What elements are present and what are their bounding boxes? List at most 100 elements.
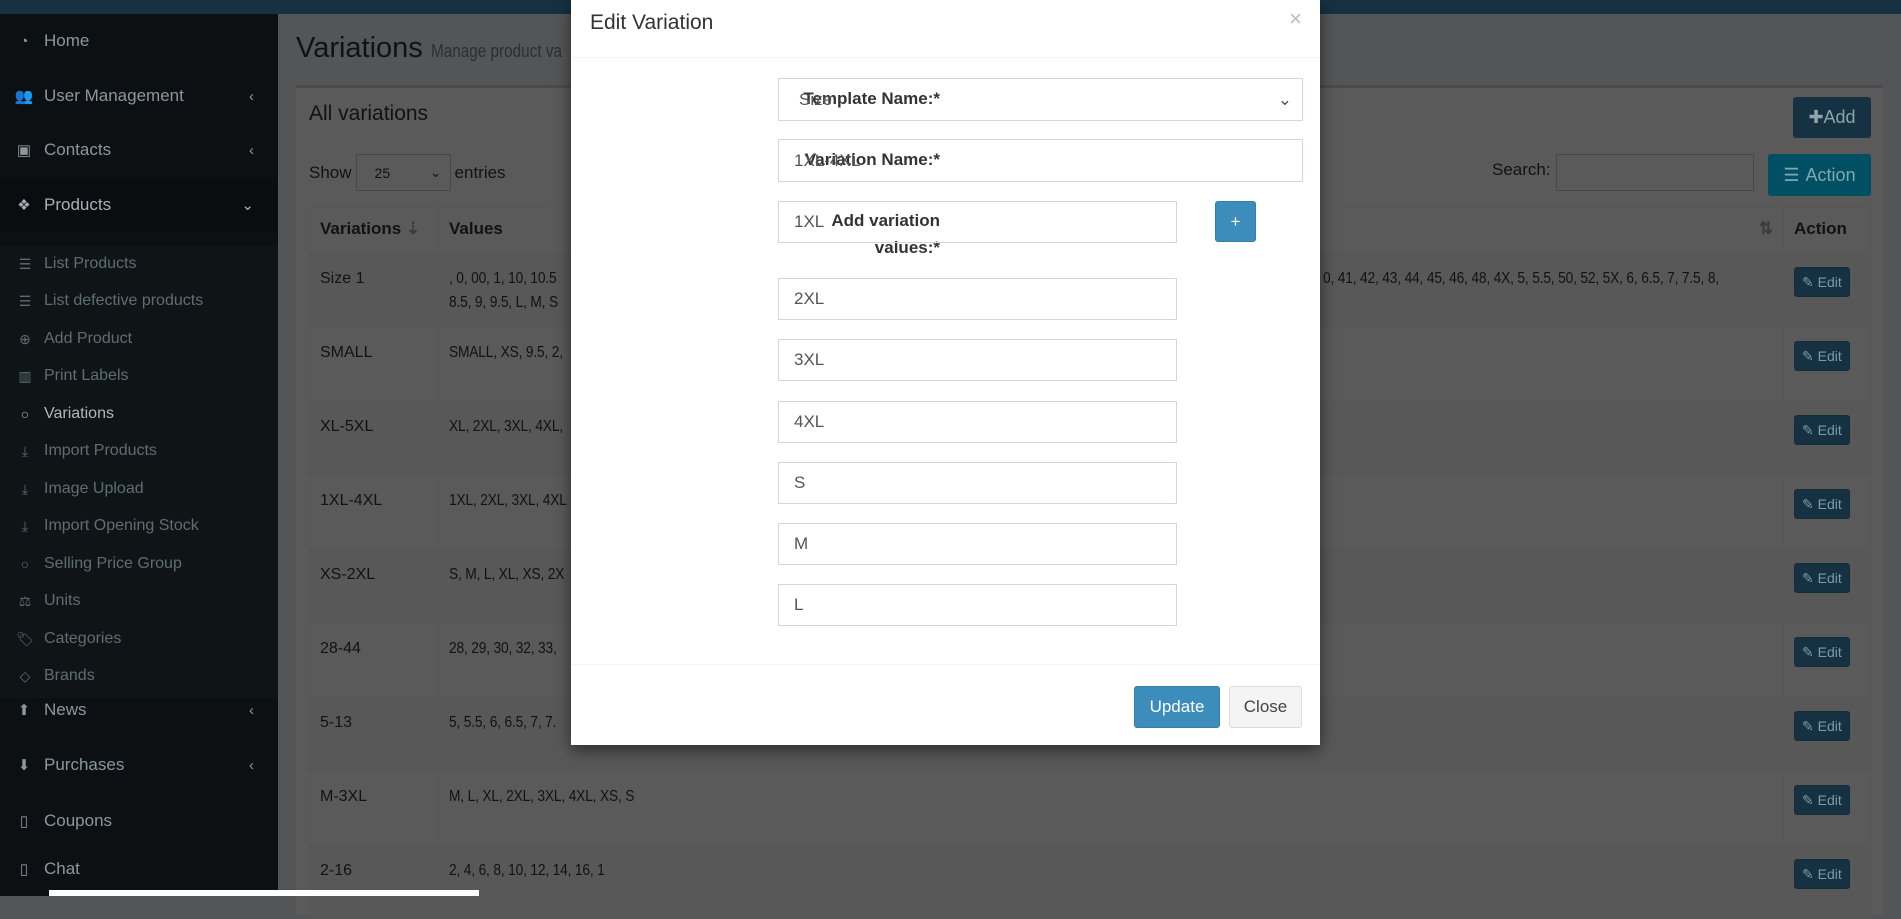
page-title: Variations Manage product va [296,32,585,65]
sidebar-item-label: Variations [44,405,114,422]
sidebar-item-coupons[interactable]: ▯ Coupons [0,794,278,848]
edit-button[interactable]: ✎ Edit [1794,785,1850,815]
edit-button[interactable]: ✎ Edit [1794,267,1850,297]
action-cell: ✎ Edit [1783,474,1871,549]
sidebar-item-label: Contacts [44,140,112,159]
values-text: XL, 2XL, 3XL, 4XL, [449,418,563,435]
download-icon: ⤓ [21,480,29,497]
edit-button[interactable]: ✎ Edit [1794,415,1850,445]
add-value-button[interactable]: + [1215,201,1256,242]
circle-icon: ○ [20,406,30,422]
sidebar-item-categories[interactable]: 🏷 Categories [0,621,121,657]
edit-icon: ✎ [1802,644,1814,660]
sidebar-item-print-labels[interactable]: ▥ Print Labels [0,358,129,394]
edit-button[interactable]: ✎ Edit [1794,563,1850,593]
template-name-select[interactable]: Size ⌄ [778,78,1303,121]
action-cell: ✎ Edit [1783,844,1871,919]
sidebar-item-list-products[interactable]: ☰ List Products [0,246,137,282]
variation-value-input[interactable]: S [778,462,1177,504]
barcode-icon: ▥ [18,367,32,384]
sidebar-item-contacts[interactable]: ▣ Contacts ‹ [0,123,278,177]
arrow-circle-up-icon: ⬆ [17,702,31,719]
edit-icon: ✎ [1802,422,1814,438]
edit-icon: ✎ [1802,496,1814,512]
variation-name-cell: 28-44 [309,622,439,697]
close-button[interactable]: Close [1229,686,1302,728]
modal-footer: Update Close [571,664,1320,745]
sidebar-item-add-product[interactable]: ⊕ Add Product [0,321,132,357]
sidebar-item-products[interactable]: ❖ Products ⌄ [0,178,278,232]
action-cell: ✎ Edit [1783,622,1871,697]
values-text: 28, 29, 30, 32, 33, [449,640,557,657]
edit-label: Edit [1817,644,1842,660]
variation-value-input[interactable]: 2XL [778,278,1177,320]
arrow-circle-down-icon: ⬇ [17,757,31,774]
sidebar-item-news[interactable]: ⬆ News ‹ [0,683,278,737]
sidebar-item-units[interactable]: ⚖ Units [0,583,81,619]
edit-button[interactable]: ✎ Edit [1794,711,1850,741]
chevron-left-icon: ‹ [249,87,254,105]
variation-name-cell: 5-13 [309,696,439,771]
sidebar-item-list-defective-products[interactable]: ☰ List defective products [0,283,203,319]
variation-value-input[interactable]: 4XL [778,401,1177,443]
edit-button[interactable]: ✎ Edit [1794,637,1850,667]
values-text: SMALL, XS, 9.5, 2, [449,344,563,361]
tablet-icon: ▯ [19,813,29,830]
cubes-icon: ❖ [17,197,31,214]
edit-button[interactable]: ✎ Edit [1794,859,1850,889]
variation-value-input[interactable]: 1XL [778,201,1177,243]
variation-value-input[interactable]: M [778,523,1177,565]
sidebar-item-chat[interactable]: ▯ Chat [0,842,278,896]
variation-value-input[interactable]: 3XL [778,339,1177,381]
action-button[interactable]: ☰ Action [1768,154,1871,196]
tags-icon: 🏷 [16,630,34,647]
add-label: Add [1823,107,1856,127]
entries-select[interactable]: 25 ⌄ [355,154,451,191]
template-value: Size [799,89,833,109]
horizontal-scrollbar[interactable] [49,890,479,896]
header-label: Variations [320,219,402,238]
values-cell: M, L, XL, 2XL, 3XL, 4XL, XS, S [438,770,1784,845]
page-subtitle: Manage product va [430,41,562,61]
sidebar-item-selling-price-group[interactable]: ○ Selling Price Group [0,546,182,582]
update-button[interactable]: Update [1134,686,1220,728]
edit-label: Edit [1817,348,1842,364]
variation-name-cell: SMALL [309,326,439,401]
values-text: , 0, 00, 1, 10, 10.5 [449,270,557,287]
sidebar-item-import-opening-stock[interactable]: ⤓ Import Opening Stock [0,508,199,544]
edit-label: Edit [1817,274,1842,290]
sidebar-item-label: Chat [44,859,80,878]
action-cell: ✎ Edit [1783,252,1871,327]
edit-label: Edit [1817,792,1842,808]
sidebar-item-label: Home [44,31,90,50]
sidebar-item-label: Print Labels [44,367,129,384]
list-icon: ☰ [18,292,32,309]
action-label: Action [1805,164,1856,185]
close-icon[interactable]: × [1289,6,1302,32]
variation-name-input[interactable]: 1XL-4XL [778,139,1303,182]
sidebar-item-user-management[interactable]: 👥 User Management ‹ [0,69,278,123]
search-input[interactable] [1556,154,1754,191]
sidebar-item-image-upload[interactable]: ⤓ Image Upload [0,471,144,507]
sidebar-item-purchases[interactable]: ⬇ Purchases ‹ [0,738,278,792]
sidebar-item-label: Image Upload [44,480,144,497]
variation-value-input[interactable]: L [778,584,1177,626]
add-button[interactable]: ✚ Add [1793,97,1871,138]
edit-label: Edit [1817,866,1842,882]
sidebar-item-label: Selling Price Group [44,555,182,572]
edit-button[interactable]: ✎ Edit [1794,489,1850,519]
sidebar-item-label: Categories [44,630,122,647]
edit-button[interactable]: ✎ Edit [1794,341,1850,371]
sidebar-item-label: Import Opening Stock [44,517,199,534]
sidebar-item-label: List Products [44,255,137,272]
chevron-left-icon: ‹ [249,141,254,159]
edit-label: Edit [1817,718,1842,734]
column-header-variations[interactable]: Variations ⇣ [309,205,439,253]
sidebar-item-home[interactable]: ◔ Home [0,14,278,68]
tablet-icon: ▯ [19,861,29,878]
sidebar-item-import-products[interactable]: ⤓ Import Products [0,433,157,469]
sidebar-item-variations[interactable]: ○ Variations [0,396,114,432]
values-text: M, L, XL, 2XL, 3XL, 4XL, XS, S [449,788,635,805]
edit-label: Edit [1817,570,1842,586]
column-header-action: Action [1783,205,1871,253]
